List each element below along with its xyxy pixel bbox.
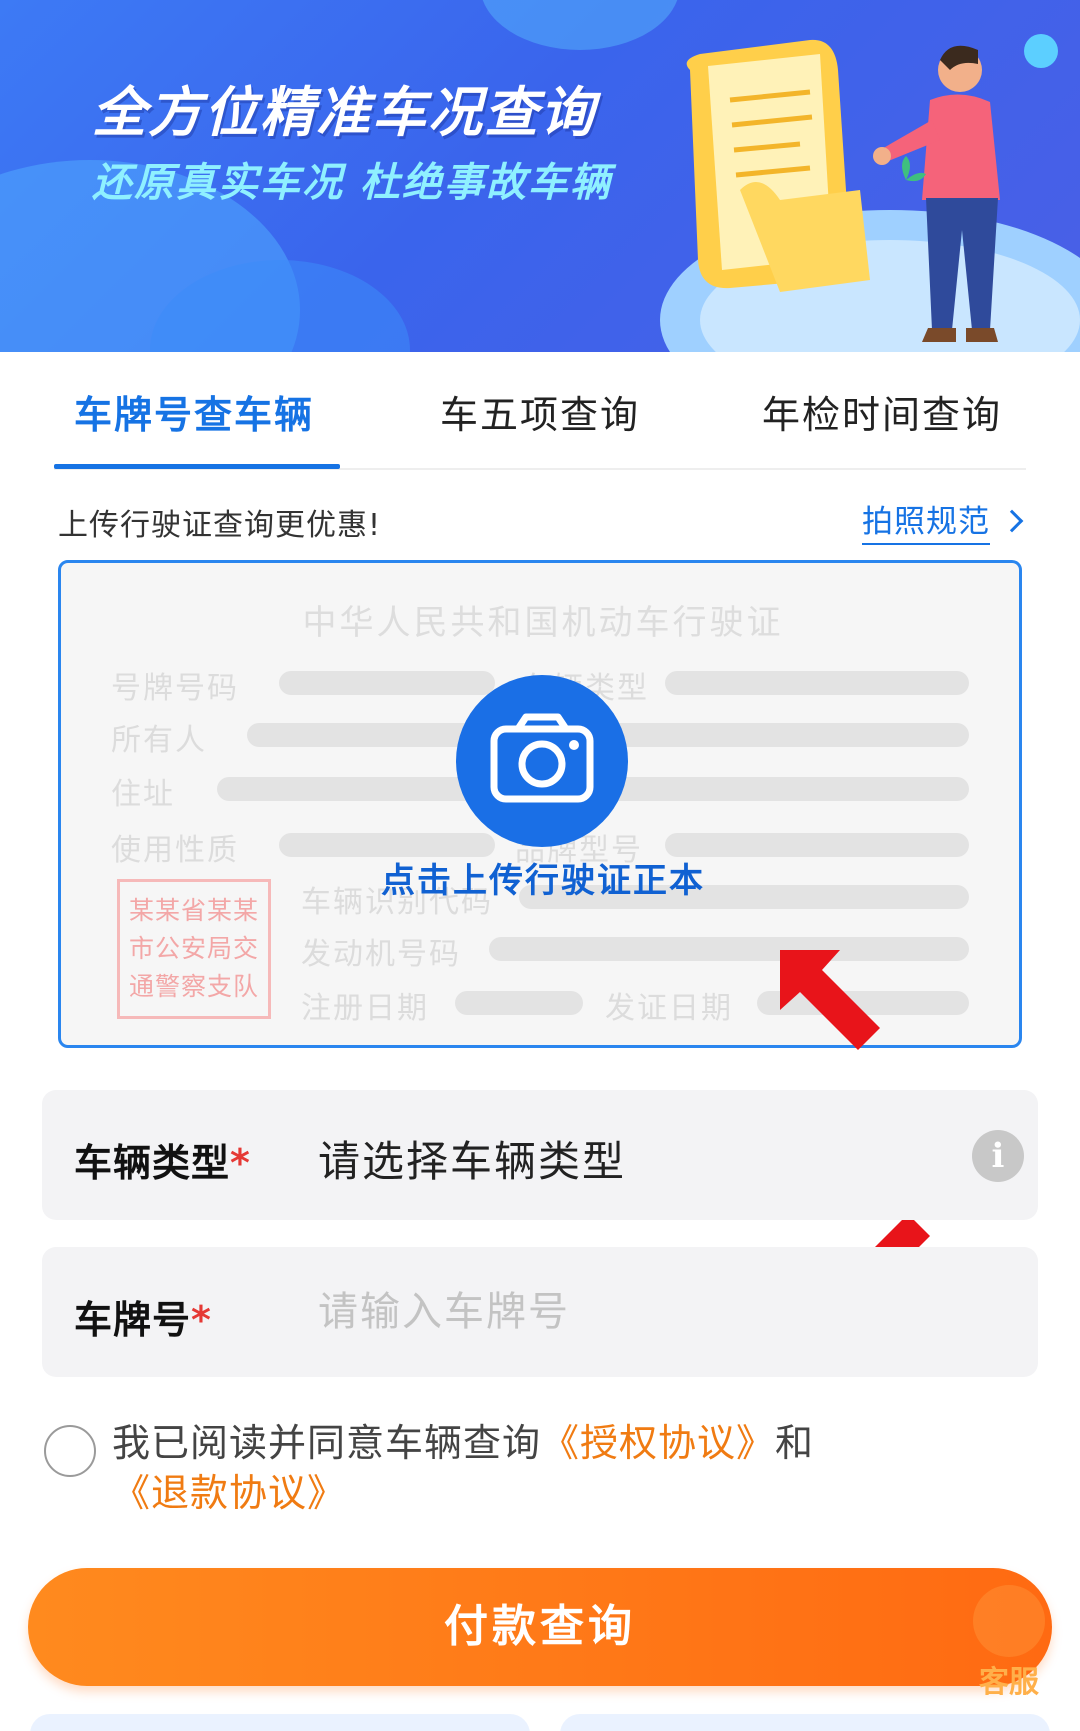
agreement-checkbox[interactable] [44,1425,96,1477]
license-field-label: 号牌号码 [111,671,239,706]
license-field-bar [455,991,583,1015]
camera-icon [490,713,594,803]
license-field-bar [489,937,969,961]
vehicle-type-label-text: 车辆类型 [74,1141,231,1185]
plate-label-text: 车牌号 [74,1298,192,1342]
pay-query-button[interactable]: 付款查询 [28,1568,1052,1686]
agreement-text: 我已阅读并同意车辆查询《授权协议》和《退款协议》 [112,1418,1032,1518]
camera-upload-button[interactable] [456,675,628,847]
plate-label: 车牌号* [74,1289,212,1344]
tab-five-items-query[interactable]: 车五项查询 [440,384,640,439]
headset-icon [973,1585,1045,1657]
agreement-and: 和 [775,1421,815,1465]
vehicle-type-row[interactable]: 车辆类型* 请选择车辆类型 i [42,1090,1038,1220]
license-field-label: 发动机号码 [301,937,461,972]
bottom-card[interactable] [560,1714,1050,1731]
upload-license-label[interactable]: 点击上传行驶证正本 [61,853,1025,902]
active-tab-indicator [54,464,340,469]
license-field-label: 住址 [111,777,175,812]
banner-decor-blob [480,0,680,50]
license-field-bar [665,671,969,695]
tab-plate-query[interactable]: 车牌号查车辆 [74,384,314,439]
license-field-label: 发证日期 [605,991,733,1026]
chevron-right-icon [1000,509,1024,532]
plate-row: 车牌号* [42,1247,1038,1377]
refund-agreement-link[interactable]: 《退款协议》 [112,1471,346,1515]
vehicle-type-select[interactable]: 请选择车辆类型 [318,1128,626,1189]
auth-agreement-link[interactable]: 《授权协议》 [541,1421,775,1465]
tab-inspection-time-query[interactable]: 年检时间查询 [762,384,1002,439]
photo-rule-label: 拍照规范 [862,496,990,545]
banner-subtitle: 还原真实车况 杜绝事故车辆 [92,160,612,206]
stamp-line: 通警察支队 [128,972,259,1001]
upload-hint: 上传行驶证查询更优惠! [58,508,382,543]
info-icon[interactable]: i [972,1130,1024,1182]
customer-service-button[interactable]: 客服 [964,1585,1054,1705]
required-mark: * [191,1298,212,1342]
license-card-title: 中华人民共和国机动车行驶证 [302,603,784,643]
agreement-prefix: 我已阅读并同意车辆查询 [112,1421,542,1465]
customer-service-label: 客服 [979,1665,1039,1700]
required-mark: * [230,1141,251,1185]
plate-input[interactable] [318,1279,958,1345]
banner-title: 全方位精准车况查询 [92,81,596,144]
red-arrow-icon [780,950,880,1050]
license-field-label: 注册日期 [301,991,429,1026]
query-tabs: 车牌号查车辆 车五项查询 年检时间查询 [54,370,1026,470]
bottom-card[interactable] [30,1714,530,1731]
stamp-line: 市公安局交 [128,934,259,963]
photo-rule-link[interactable]: 拍照规范 [862,496,1024,545]
license-field-label: 所有人 [111,723,207,758]
vehicle-type-label: 车辆类型* [74,1132,251,1187]
man-with-report-illustration [686,39,1000,342]
promo-banner: 全方位精准车况查询 还原真实车况 杜绝事故车辆 [0,0,1080,352]
